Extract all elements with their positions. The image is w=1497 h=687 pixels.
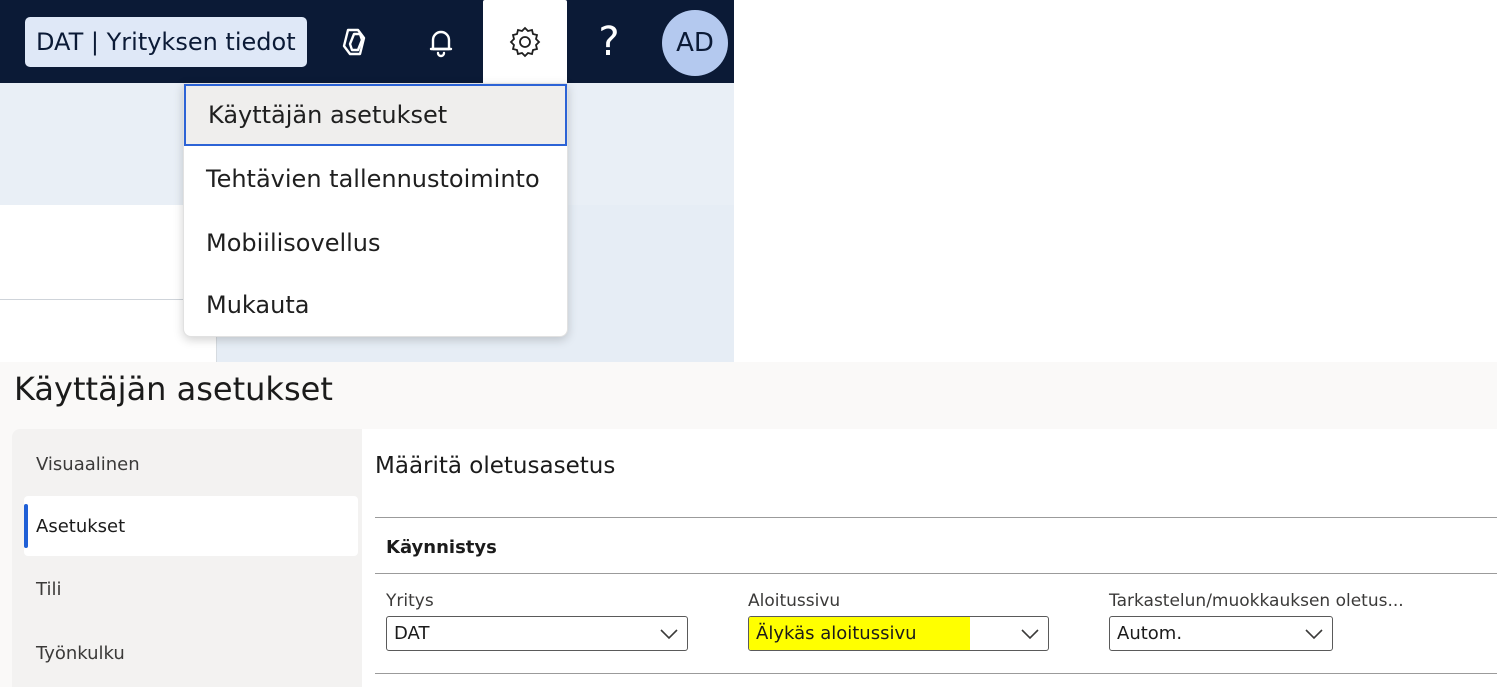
help-icon: ? (598, 18, 620, 65)
menu-item-task-recorder[interactable]: Tehtävien tallennustoiminto (184, 148, 567, 210)
chevron-down-icon (1305, 629, 1323, 640)
user-settings-page: Käyttäjän asetukset Visuaalinen Asetukse… (0, 362, 1497, 687)
start-page-select[interactable]: Älykäs aloitussivu (748, 616, 1049, 651)
menu-item-mobile-app[interactable]: Mobiilisovellus (184, 212, 567, 274)
default-view-edit-select[interactable]: Autom. (1109, 616, 1333, 651)
notifications-button[interactable] (399, 0, 483, 83)
settings-content: Määritä oletusasetus Käynnistys Yritys D… (362, 429, 1497, 687)
copilot-button[interactable] (314, 0, 398, 83)
avatar[interactable]: AD (662, 10, 728, 76)
default-view-edit-select-value: Autom. (1117, 623, 1183, 644)
nav-item-preferences[interactable]: Asetukset (24, 496, 358, 556)
settings-nav: Visuaalinen Asetukset Tili Työnkulku (12, 429, 362, 687)
nav-item-account[interactable]: Tili (24, 559, 358, 619)
fields-divider (375, 673, 1497, 674)
menu-item-user-settings[interactable]: Käyttäjän asetukset (184, 84, 567, 146)
company-select[interactable]: DAT (386, 616, 688, 651)
company-select-value: DAT (394, 623, 430, 644)
start-page-field-label: Aloitussivu (748, 591, 841, 611)
bell-icon (429, 30, 453, 57)
group-title: Käynnistys (386, 537, 497, 558)
chevron-down-icon (660, 629, 678, 640)
top-navbar: DAT | Yrityksen tiedot ? AD (0, 0, 734, 83)
menu-item-personalize[interactable]: Mukauta (184, 274, 567, 336)
section-divider (375, 517, 1497, 518)
screenshot-root: DAT | Yrityksen tiedot ? AD Käyttäjän as… (0, 0, 1497, 687)
settings-menu: Käyttäjän asetukset Tehtävien tallennust… (183, 83, 568, 337)
page-title: Käyttäjän asetukset (14, 370, 333, 408)
settings-button[interactable] (483, 0, 567, 83)
nav-item-visual[interactable]: Visuaalinen (24, 434, 358, 494)
section-title: Määritä oletusasetus (375, 453, 616, 479)
start-page-select-value: Älykäs aloitussivu (756, 623, 917, 644)
gear-icon (509, 26, 541, 57)
chevron-down-icon (1021, 629, 1039, 640)
top-panel: DAT | Yrityksen tiedot ? AD Käyttäjän as… (0, 0, 734, 362)
copilot-icon (342, 28, 366, 55)
group-divider (375, 573, 1497, 574)
company-button[interactable]: DAT | Yrityksen tiedot (25, 17, 307, 67)
company-field-label: Yritys (386, 591, 434, 611)
nav-item-workflow[interactable]: Työnkulku (24, 623, 358, 683)
default-view-edit-field-label: Tarkastelun/muokkauksen oletus... (1109, 591, 1404, 611)
help-button[interactable]: ? (567, 0, 651, 83)
